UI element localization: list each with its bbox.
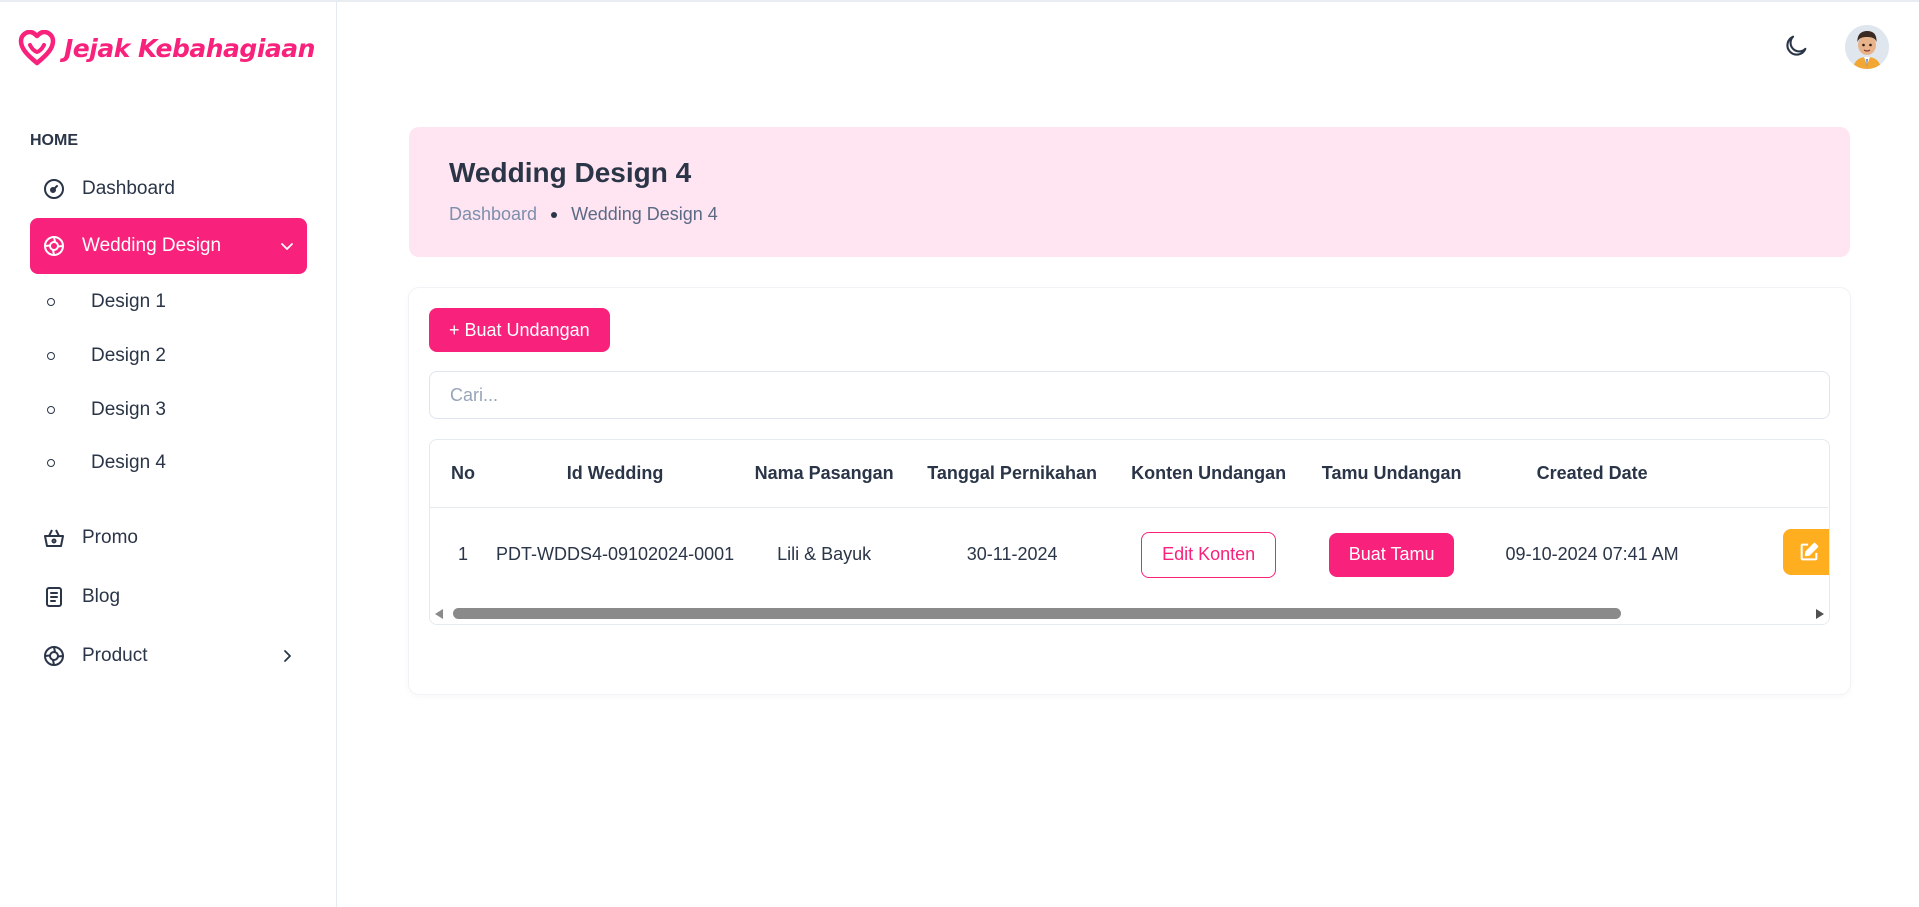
- breadcrumb-current: Wedding Design 4: [571, 204, 718, 224]
- scrollbar-thumb[interactable]: [453, 608, 1621, 619]
- nav-caption-home: HOME: [30, 132, 78, 149]
- subitem-label: Design 1: [91, 291, 166, 312]
- table-header-row: No Id Wedding Nama Pasangan Tanggal Pern…: [430, 440, 1829, 508]
- edit-konten-button[interactable]: Edit Konten: [1141, 531, 1277, 578]
- content-card: + Buat Undangan No Id Wedding Nama Pasan…: [409, 288, 1850, 694]
- col-header-konten-undangan[interactable]: Konten Undangan: [1110, 440, 1308, 508]
- circle-bullet-icon: [30, 298, 91, 306]
- chevron-down-icon: [267, 238, 307, 254]
- sidebar-subitem-design-1[interactable]: Design 1: [30, 282, 307, 322]
- buat-tamu-button[interactable]: Buat Tamu: [1328, 532, 1455, 577]
- sidebar-subitem-design-2[interactable]: Design 2: [30, 336, 307, 376]
- sidebar-item-product[interactable]: Product: [30, 628, 307, 684]
- edit-row-button[interactable]: [1783, 529, 1829, 575]
- horizontal-scrollbar[interactable]: [430, 603, 1829, 624]
- chevron-right-icon: [267, 648, 307, 664]
- sidebar-item-label: Wedding Design: [82, 235, 222, 256]
- cell-nama-pasangan: Lili & Bayuk: [777, 544, 872, 565]
- sidebar-item-label: Promo: [82, 527, 138, 548]
- page-title: Wedding Design 4: [449, 157, 692, 188]
- cell-konten-undangan: Edit Konten: [1110, 507, 1307, 602]
- aperture-icon: [30, 644, 82, 668]
- edit-icon: [1800, 542, 1819, 561]
- sidebar-item-label: Product: [82, 645, 148, 666]
- create-invitation-button[interactable]: + Buat Undangan: [429, 308, 610, 352]
- col-header-created-date[interactable]: Created Date: [1476, 440, 1709, 508]
- moon-icon[interactable]: [1782, 32, 1810, 60]
- sidebar-item-promo[interactable]: Promo: [30, 510, 307, 566]
- sidebar-subitem-design-4[interactable]: Design 4: [30, 443, 307, 483]
- sidebar-item-blog[interactable]: Blog: [30, 569, 307, 625]
- subitem-label: Design 2: [91, 345, 166, 366]
- circle-bullet-icon: [30, 352, 91, 360]
- sidebar-item-dashboard[interactable]: Dashboard: [30, 161, 307, 217]
- cell-tamu-undangan: Buat Tamu: [1307, 507, 1476, 602]
- table-row: 1 PDT-WDDS4-09102024-0001 Lili & Bayuk 3…: [430, 507, 1828, 602]
- brand-name: Jejak Kebahagiaan: [64, 33, 315, 63]
- sidebar-item-label: Blog: [82, 586, 121, 607]
- aperture-icon: [30, 234, 82, 258]
- sidebar-item-label: Dashboard: [82, 178, 175, 199]
- col-header-tamu-undangan[interactable]: Tamu Undangan: [1307, 440, 1477, 508]
- circle-bullet-icon: [30, 406, 91, 414]
- sidebar: Jejak Kebahagiaan HOME Dashboard Wedding…: [0, 2, 337, 907]
- breadcrumb: Dashboard Wedding Design 4: [449, 204, 718, 225]
- data-table-container: No Id Wedding Nama Pasangan Tanggal Pern…: [429, 439, 1830, 625]
- search-input[interactable]: [429, 371, 1830, 419]
- col-header-tanggal-pernikahan[interactable]: Tanggal Pernikahan: [914, 440, 1111, 508]
- cell-no: 1: [457, 544, 468, 565]
- cell-created-date: 09-10-2024 07:41 AM: [1505, 544, 1679, 565]
- col-header-id-wedding[interactable]: Id Wedding: [496, 440, 735, 508]
- sidebar-item-wedding-design[interactable]: Wedding Design: [30, 218, 307, 274]
- document-icon: [30, 585, 82, 609]
- breadcrumb-separator: [551, 211, 558, 218]
- sidebar-subitem-design-3[interactable]: Design 3: [30, 390, 307, 430]
- subitem-label: Design 3: [91, 399, 166, 420]
- subitem-label: Design 4: [91, 452, 166, 473]
- cell-tanggal-pernikahan: 30-11-2024: [966, 544, 1058, 565]
- gauge-icon: [30, 177, 82, 201]
- heart-logo-icon: [18, 30, 56, 66]
- circle-bullet-icon: [30, 459, 91, 467]
- basket-icon: [30, 526, 82, 550]
- scroll-left-arrow-icon[interactable]: [435, 609, 443, 619]
- cell-id-wedding: PDT-WDDS4-09102024-0001: [496, 544, 735, 565]
- breadcrumb-dashboard[interactable]: Dashboard: [449, 204, 537, 225]
- user-avatar[interactable]: [1845, 25, 1889, 69]
- scroll-right-arrow-icon[interactable]: [1816, 609, 1824, 619]
- wedding-table: No Id Wedding Nama Pasangan Tanggal Pern…: [430, 440, 1829, 602]
- col-header-no[interactable]: No: [430, 440, 496, 508]
- col-header-nama-pasangan[interactable]: Nama Pasangan: [734, 440, 915, 508]
- brand-logo[interactable]: Jejak Kebahagiaan: [18, 30, 315, 66]
- col-header-action: [1708, 440, 1829, 508]
- page-header-banner: Wedding Design 4 Dashboard Wedding Desig…: [409, 127, 1850, 257]
